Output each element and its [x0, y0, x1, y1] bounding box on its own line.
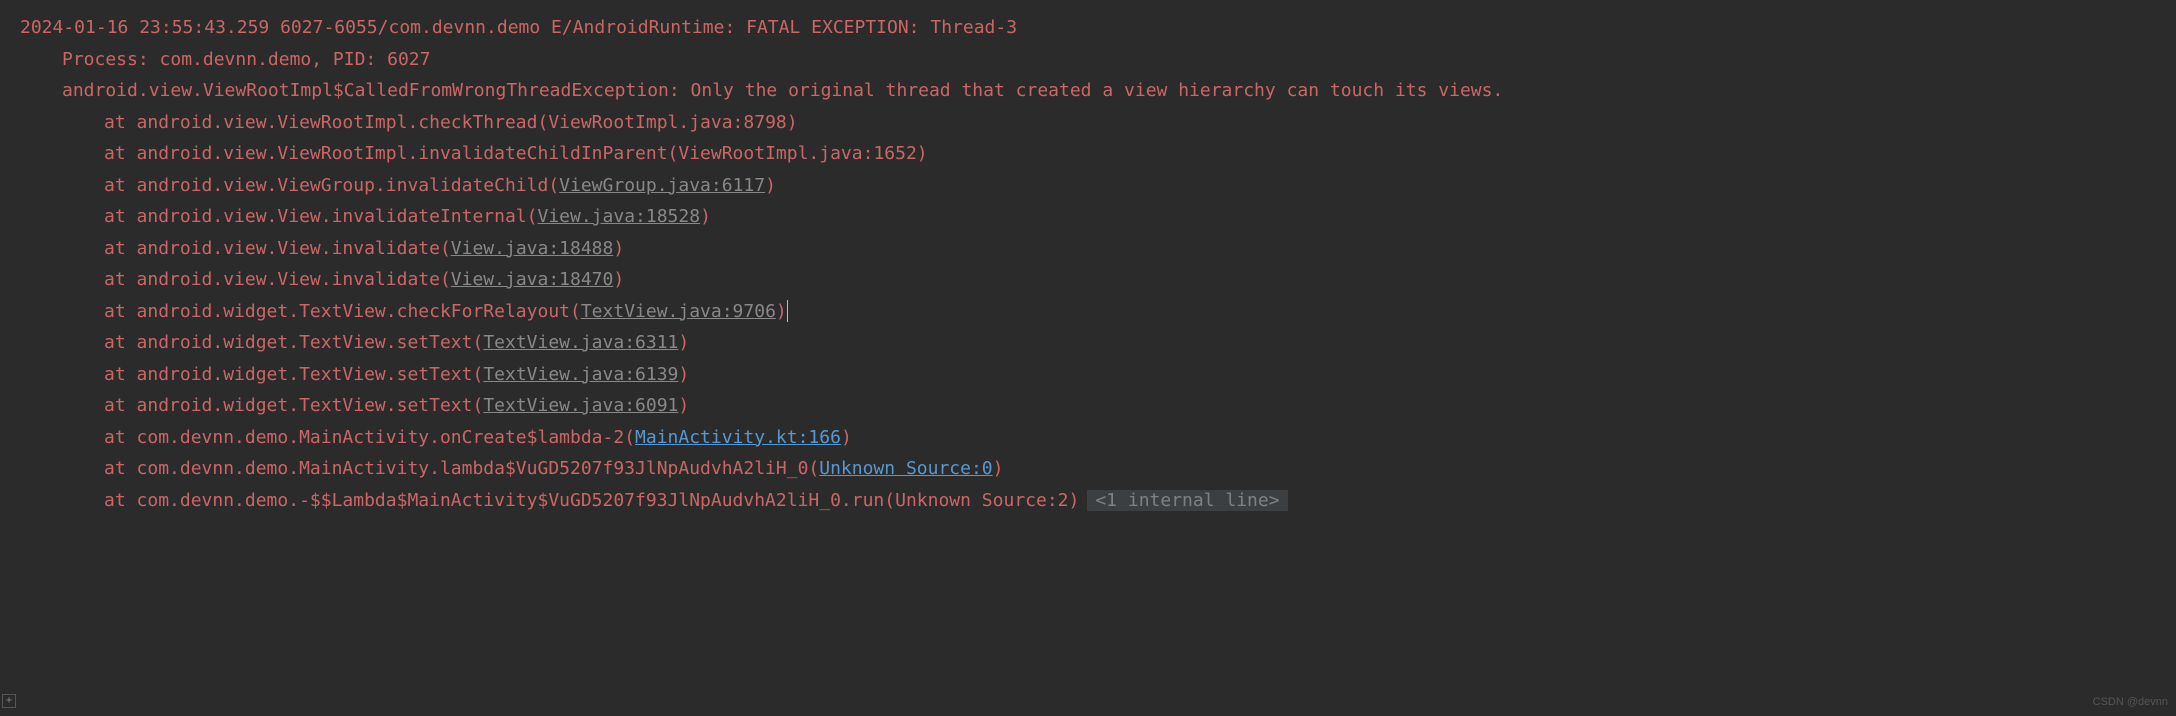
stack-file-link: ViewRootImpl.java:1652 [678, 143, 916, 164]
stack-frame: at android.view.ViewRootImpl.checkThread… [20, 107, 2176, 139]
log-header: 2024-01-16 23:55:43.259 6027-6055/com.de… [20, 12, 2176, 44]
stack-method: com.devnn.demo.-$$Lambda$MainActivity$Vu… [137, 490, 885, 511]
stack-method: android.view.ViewRootImpl.invalidateChil… [137, 143, 668, 164]
at-keyword: at [104, 395, 137, 416]
at-keyword: at [104, 206, 137, 227]
at-keyword: at [104, 143, 137, 164]
stack-frame: at android.view.ViewGroup.invalidateChil… [20, 170, 2176, 202]
stack-file-link[interactable]: View.java:18528 [538, 206, 701, 227]
stack-file-link[interactable]: View.java:18488 [451, 238, 614, 259]
at-keyword: at [104, 490, 137, 511]
stack-method: android.widget.TextView.setText [137, 364, 473, 385]
stack-file-link: Unknown Source:2 [895, 490, 1068, 511]
at-keyword: at [104, 175, 137, 196]
stack-file-link[interactable]: TextView.java:9706 [581, 301, 776, 322]
stack-frame: at android.widget.TextView.setText(TextV… [20, 327, 2176, 359]
stack-file-link[interactable]: TextView.java:6091 [483, 395, 678, 416]
stack-file-link[interactable]: TextView.java:6139 [483, 364, 678, 385]
stack-frame: at com.devnn.demo.-$$Lambda$MainActivity… [20, 485, 2176, 517]
stack-method: com.devnn.demo.MainActivity.onCreate$lam… [137, 427, 625, 448]
stack-file-link[interactable]: TextView.java:6311 [483, 332, 678, 353]
pids: 6027-6055 [280, 17, 378, 38]
stack-frame: at com.devnn.demo.MainActivity.lambda$Vu… [20, 453, 2176, 485]
tag: E/AndroidRuntime: [551, 17, 735, 38]
process-line: Process: com.devnn.demo, PID: 6027 [20, 44, 2176, 76]
package: com.devnn.demo [388, 17, 540, 38]
at-keyword: at [104, 364, 137, 385]
stack-method: android.view.View.invalidate [137, 238, 440, 259]
stack-method: android.widget.TextView.setText [137, 395, 473, 416]
stack-method: android.view.ViewRootImpl.checkThread [137, 112, 538, 133]
stack-file-link[interactable]: View.java:18470 [451, 269, 614, 290]
stack-method: android.view.View.invalidate [137, 269, 440, 290]
stack-method: android.view.ViewGroup.invalidateChild [137, 175, 549, 196]
text-cursor [787, 300, 788, 322]
stack-method: android.widget.TextView.checkForRelayout [137, 301, 570, 322]
stack-file-link[interactable]: ViewGroup.java:6117 [559, 175, 765, 196]
exception-line: android.view.ViewRootImpl$CalledFromWron… [20, 75, 2176, 107]
at-keyword: at [104, 269, 137, 290]
timestamp: 2024-01-16 23:55:43.259 [20, 17, 269, 38]
at-keyword: at [104, 238, 137, 259]
stack-trace: at android.view.ViewRootImpl.checkThread… [20, 107, 2176, 517]
at-keyword: at [104, 112, 137, 133]
expand-icon[interactable]: + [2, 694, 16, 708]
stack-frame: at android.view.ViewRootImpl.invalidateC… [20, 138, 2176, 170]
stack-file-link: ViewRootImpl.java:8798 [548, 112, 786, 133]
stack-method: android.widget.TextView.setText [137, 332, 473, 353]
watermark: CSDN @devnn [2093, 693, 2168, 712]
stack-file-link[interactable]: Unknown Source:0 [819, 458, 992, 479]
stack-frame: at android.view.View.invalidateInternal(… [20, 201, 2176, 233]
stack-frame: at android.widget.TextView.setText(TextV… [20, 359, 2176, 391]
internal-line-badge[interactable]: <1 internal line> [1087, 490, 1287, 511]
stack-frame: at android.widget.TextView.checkForRelay… [20, 296, 2176, 328]
fatal-message: FATAL EXCEPTION: Thread-3 [746, 17, 1017, 38]
stack-method: com.devnn.demo.MainActivity.lambda$VuGD5… [137, 458, 809, 479]
stack-frame: at android.view.View.invalidate(View.jav… [20, 233, 2176, 265]
stack-method: android.view.View.invalidateInternal [137, 206, 527, 227]
stack-frame: at android.widget.TextView.setText(TextV… [20, 390, 2176, 422]
stack-frame: at com.devnn.demo.MainActivity.onCreate$… [20, 422, 2176, 454]
at-keyword: at [104, 427, 137, 448]
stack-frame: at android.view.View.invalidate(View.jav… [20, 264, 2176, 296]
stack-file-link[interactable]: MainActivity.kt:166 [635, 427, 841, 448]
at-keyword: at [104, 458, 137, 479]
at-keyword: at [104, 301, 137, 322]
at-keyword: at [104, 332, 137, 353]
